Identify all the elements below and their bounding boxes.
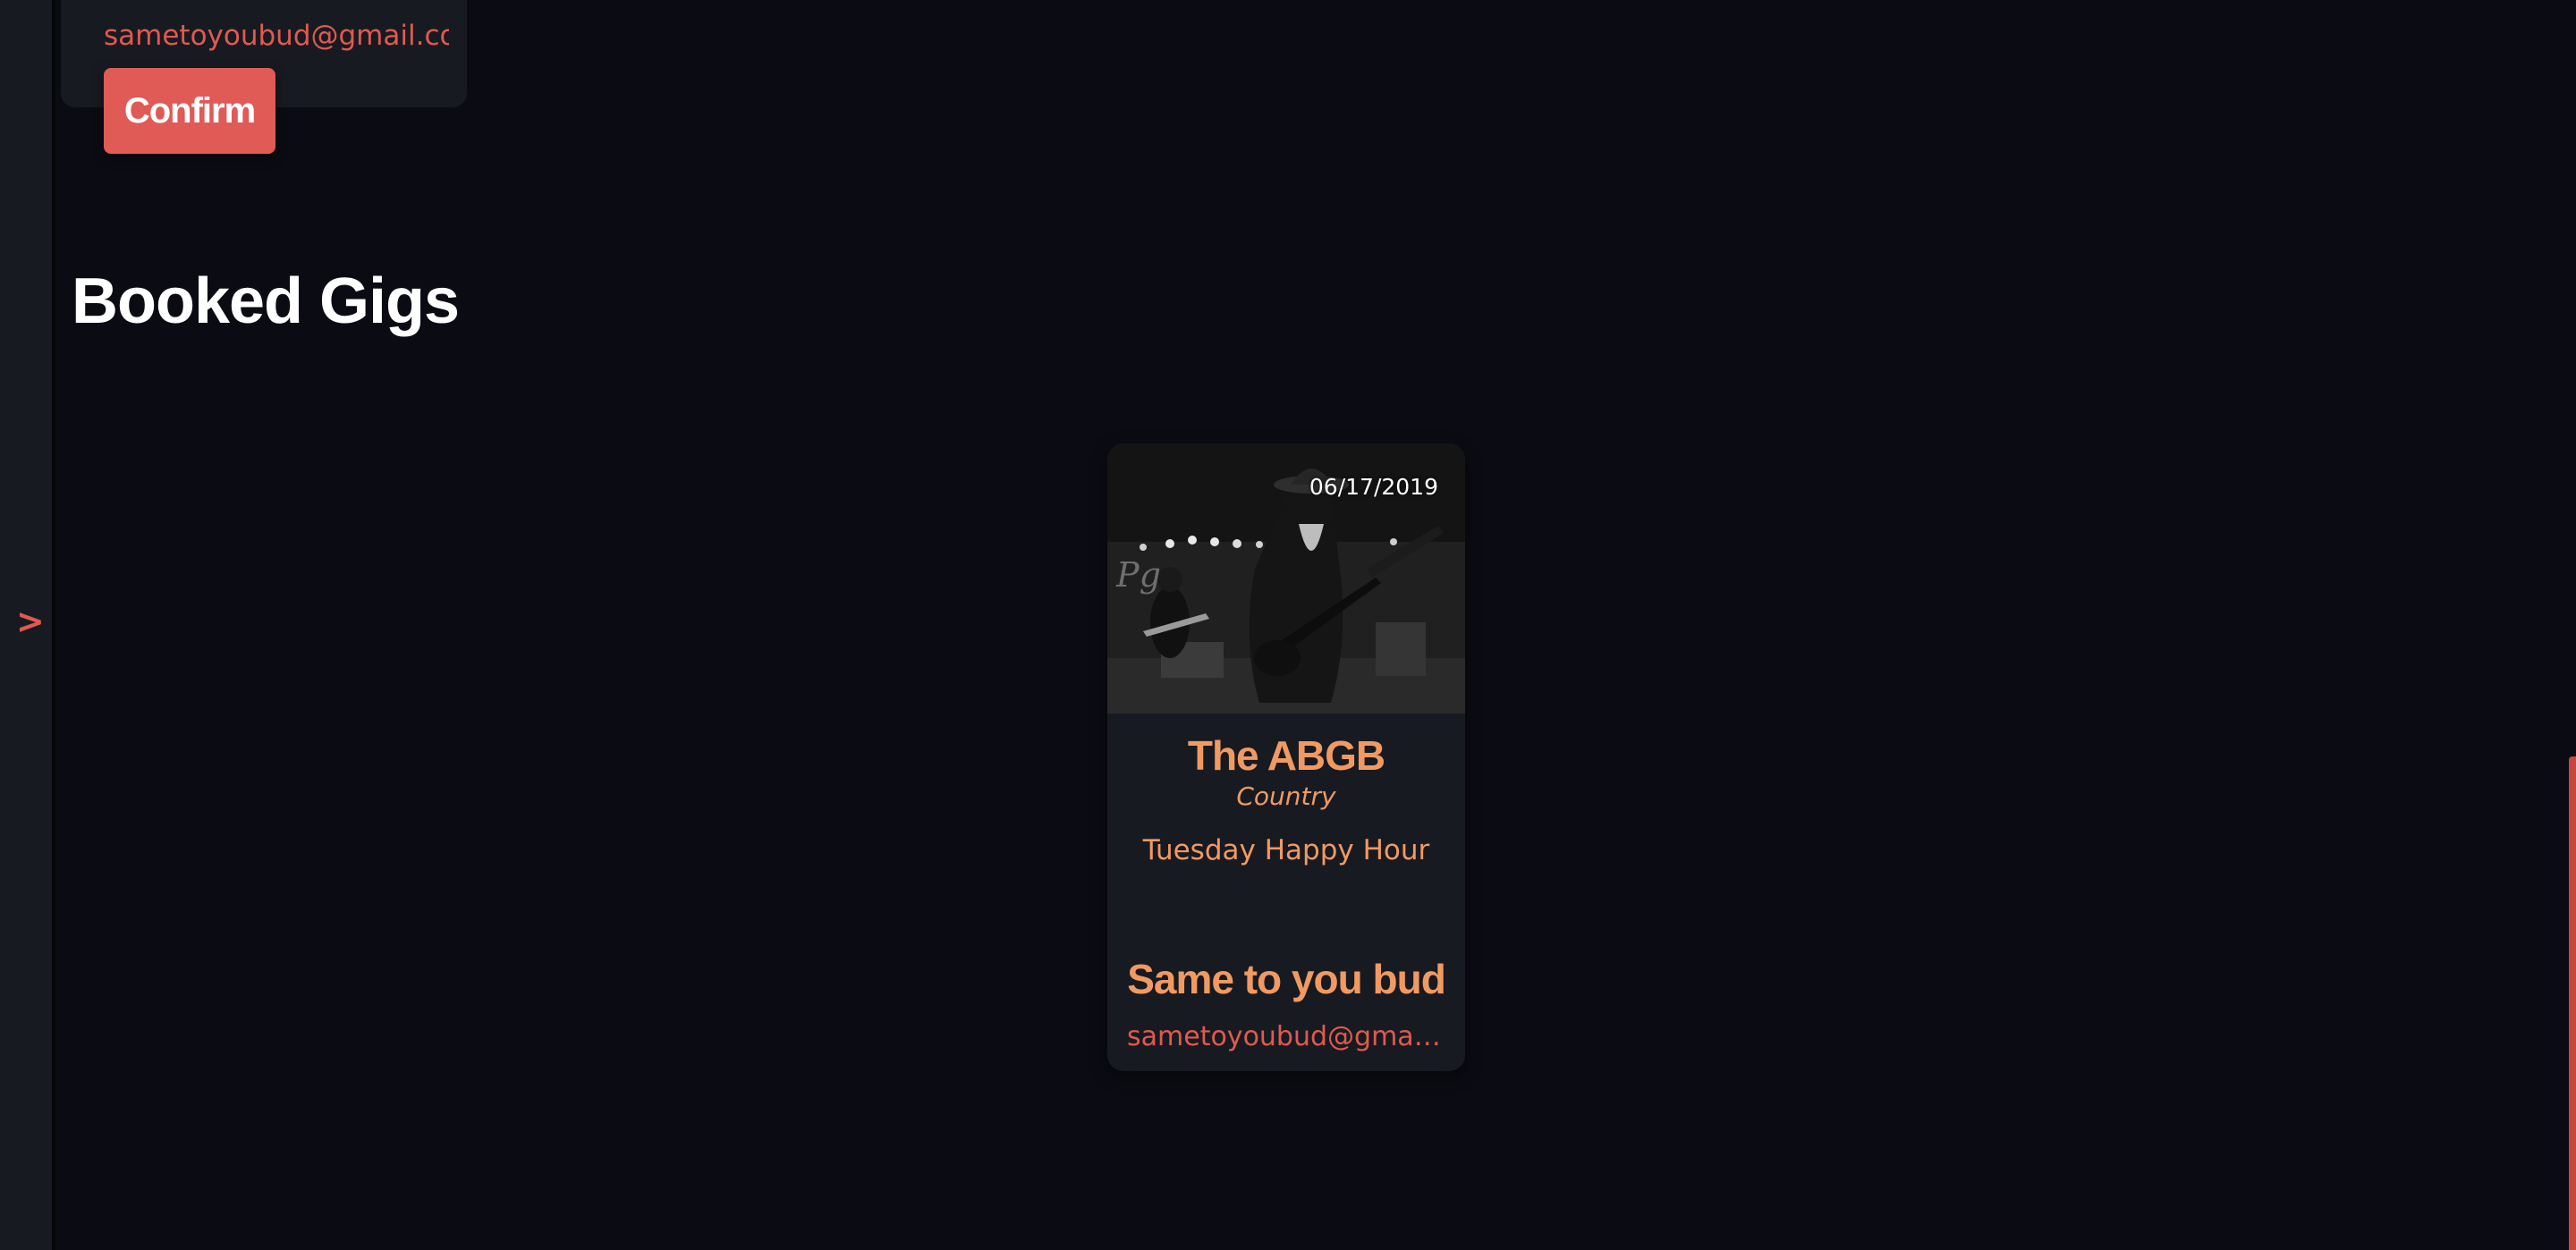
scrollbar-track[interactable] <box>2569 0 2576 1250</box>
gig-venue-name: The ABGB <box>1187 732 1385 779</box>
gig-date: 06/17/2019 <box>1309 474 1438 500</box>
page-title: Booked Gigs <box>72 266 460 337</box>
gig-artist-email-link[interactable]: sametoyoubud@gmail.com <box>1127 1021 1445 1052</box>
sidebar: > <box>0 0 55 1250</box>
gig-genre: Country <box>1236 781 1336 811</box>
sidebar-expand-icon[interactable]: > <box>16 604 45 638</box>
scrollbar-thumb[interactable] <box>2569 756 2576 1250</box>
request-email-link[interactable]: sametoyoubud@gmail.com <box>104 20 449 52</box>
confirm-button[interactable]: Confirm <box>104 68 275 154</box>
gig-photo: Pg 06/17/2019 <box>1107 443 1465 714</box>
svg-text:Pg: Pg <box>1115 555 1161 595</box>
gig-artist-name: Same to you bud <box>1127 956 1446 1002</box>
gig-event-name: Tuesday Happy Hour <box>1142 834 1430 866</box>
gig-card[interactable]: Pg 06/17/2019 The ABGB Country Tuesday H… <box>1107 443 1465 1071</box>
